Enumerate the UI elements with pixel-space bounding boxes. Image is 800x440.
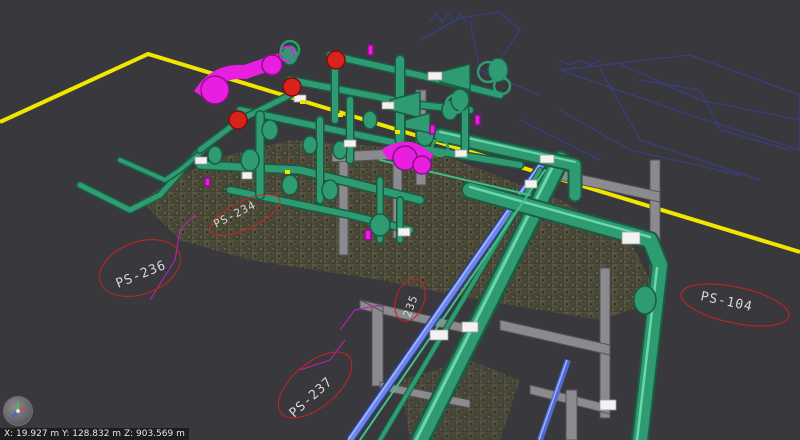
tag-label-ps237: PS-237 xyxy=(287,374,336,421)
tag-label-ps104: PS-104 xyxy=(699,289,754,315)
pipe-model-scene[interactable]: PS-236 PS-234 PS-237 235 PS-104 xyxy=(0,0,800,440)
axis-gizmo-icon[interactable] xyxy=(3,396,33,426)
coordinate-readout: X: 19.927 m Y: 128.832 m Z: 903.569 m xyxy=(0,428,189,440)
3d-viewport[interactable]: PS-236 PS-234 PS-237 235 PS-104 X: 19.92… xyxy=(0,0,800,440)
